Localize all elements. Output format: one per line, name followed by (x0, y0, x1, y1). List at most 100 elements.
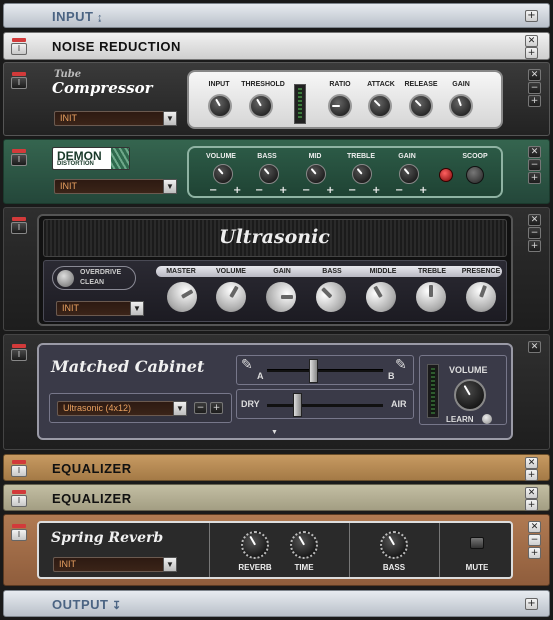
compressor-preset-select[interactable]: INIT ▼ (54, 111, 177, 126)
air-section: DRY AIR (236, 389, 414, 419)
minus-icon: − (209, 185, 218, 196)
cabinet-model-select[interactable]: Ultrasonic (4x12) ▼ (57, 401, 187, 416)
reverb-preset-select[interactable]: INIT ▼ (53, 557, 177, 572)
ultrasonic-close-button[interactable]: ✕ (528, 214, 541, 226)
mic-b-icon: ✎ (395, 356, 407, 372)
compressor-add-button[interactable]: + (528, 95, 541, 107)
bass-knob[interactable] (309, 275, 353, 319)
knob-label-treble: TREBLE (347, 153, 375, 160)
air-slider[interactable] (267, 393, 383, 417)
demon-minus-button[interactable]: − (528, 159, 541, 171)
mute-label: MUTE (465, 563, 489, 572)
gain-knob[interactable] (399, 164, 419, 184)
noise-add-button[interactable]: + (525, 47, 538, 59)
threshold-knob[interactable] (249, 94, 273, 118)
volume-knob[interactable] (213, 164, 233, 184)
demon-brand-sub: DISTORTION (57, 161, 94, 167)
demon-logo: DEMON DISTORTION (52, 147, 130, 170)
eq1-add-button[interactable]: + (525, 469, 538, 481)
noise-power-button[interactable]: I (11, 38, 27, 55)
input-label: INPUT ↨ (52, 9, 104, 24)
reverb-minus-button[interactable]: − (528, 534, 541, 546)
mic-a-icon: ✎ (241, 356, 253, 372)
ultrasonic-power-button[interactable]: I (11, 217, 27, 234)
compressor-power-button[interactable]: I (11, 72, 27, 89)
eq1-close-button[interactable]: ✕ (525, 457, 538, 469)
equalizer-module-1: I EQUALIZER ✕ + (3, 454, 550, 481)
chevron-down-icon: ▼ (130, 301, 144, 316)
input-knob[interactable] (208, 94, 232, 118)
ultrasonic-minus-button[interactable]: − (528, 227, 541, 239)
matched-cabinet-module: I Matched Cabinet Ultrasonic (4x12) ▼ − +… (3, 334, 550, 450)
eq1-power-button[interactable]: I (11, 460, 27, 477)
eq2-close-button[interactable]: ✕ (525, 487, 538, 499)
mic-position-slider[interactable] (267, 359, 383, 383)
compressor-minus-button[interactable]: − (528, 82, 541, 94)
bass-knob[interactable] (380, 531, 408, 559)
channel-switch[interactable]: OVERDRIVE CLEAN (52, 266, 136, 290)
reverb-close-button[interactable]: ✕ (528, 521, 541, 533)
scoop-button[interactable] (466, 166, 484, 184)
middle-knob[interactable] (360, 276, 402, 318)
gain-knob[interactable] (266, 282, 296, 312)
knob-label-mid: MID (308, 153, 322, 160)
cabinet-panel: Matched Cabinet Ultrasonic (4x12) ▼ − + ✎… (37, 343, 513, 440)
demon-power-button[interactable]: I (11, 149, 27, 166)
reverb-add-button[interactable]: + (528, 547, 541, 559)
knob-label-gain: GAIN (452, 81, 470, 88)
expand-arrow-icon[interactable]: ▼ (271, 429, 278, 436)
master-knob[interactable] (161, 276, 203, 318)
volume-section: VOLUME LEARN (419, 355, 507, 425)
equalizer-module-2: I EQUALIZER ✕ + (3, 484, 550, 511)
ultrasonic-preset-select[interactable]: INIT ▼ (56, 301, 144, 316)
treble-knob[interactable] (416, 282, 446, 312)
equalizer-2-title: EQUALIZER (52, 491, 132, 506)
bass-knob[interactable] (259, 164, 279, 184)
output-arrow-icon: ↧ (108, 600, 122, 612)
cabinet-prev-button[interactable]: − (194, 402, 207, 414)
ratio-knob[interactable] (328, 94, 352, 118)
demon-panel: VOLUME BASS MID TREBLE GAIN SCOOP − + − + … (187, 146, 503, 198)
equalizer-1-title: EQUALIZER (52, 461, 132, 476)
compressor-brand-main: Compressor (52, 79, 153, 97)
mic-b-label: B (388, 371, 395, 381)
eq2-add-button[interactable]: + (525, 499, 538, 511)
air-slider-handle[interactable] (293, 393, 302, 417)
volume-knob[interactable] (210, 276, 252, 318)
demon-add-button[interactable]: + (528, 172, 541, 184)
ultrasonic-add-button[interactable]: + (528, 240, 541, 252)
demon-preset-select[interactable]: INIT ▼ (54, 179, 177, 194)
input-add-button[interactable]: + (525, 10, 538, 22)
overdrive-label: OVERDRIVE (80, 269, 122, 276)
noise-close-button[interactable]: ✕ (525, 35, 538, 47)
plus-icon: + (279, 185, 288, 196)
cabinet-close-button[interactable]: ✕ (528, 341, 541, 353)
knob-label-gain: GAIN (398, 153, 416, 160)
cabinet-power-button[interactable]: I (11, 344, 27, 361)
presence-knob[interactable] (461, 277, 501, 317)
eq2-power-button[interactable]: I (11, 490, 27, 507)
treble-knob[interactable] (352, 164, 372, 184)
clean-label: CLEAN (80, 279, 105, 286)
knob-label-treble: TREBLE (418, 268, 446, 275)
mic-slider-handle[interactable] (309, 359, 318, 383)
learn-button[interactable] (482, 414, 492, 424)
cabinet-next-button[interactable]: + (210, 402, 223, 414)
reverb-panel: Spring Reverb INIT ▼ REVERB TIME BASS MUT… (37, 521, 513, 579)
demon-close-button[interactable]: ✕ (528, 146, 541, 158)
plus-icon: + (372, 185, 381, 196)
compressor-close-button[interactable]: ✕ (528, 69, 541, 81)
mute-button[interactable] (470, 537, 484, 549)
knob-label-volume: VOLUME (206, 153, 236, 160)
mid-knob[interactable] (306, 164, 326, 184)
release-knob[interactable] (409, 94, 433, 118)
reverb-knob[interactable] (241, 531, 269, 559)
attack-knob[interactable] (368, 94, 392, 118)
time-knob[interactable] (290, 531, 318, 559)
bass-knob-label: BASS (382, 563, 406, 572)
gain-knob[interactable] (449, 94, 473, 118)
output-add-button[interactable]: + (525, 598, 538, 610)
reverb-power-button[interactable]: I (11, 524, 27, 541)
knob-label-ratio: RATIO (329, 81, 351, 88)
volume-knob[interactable] (454, 379, 486, 411)
